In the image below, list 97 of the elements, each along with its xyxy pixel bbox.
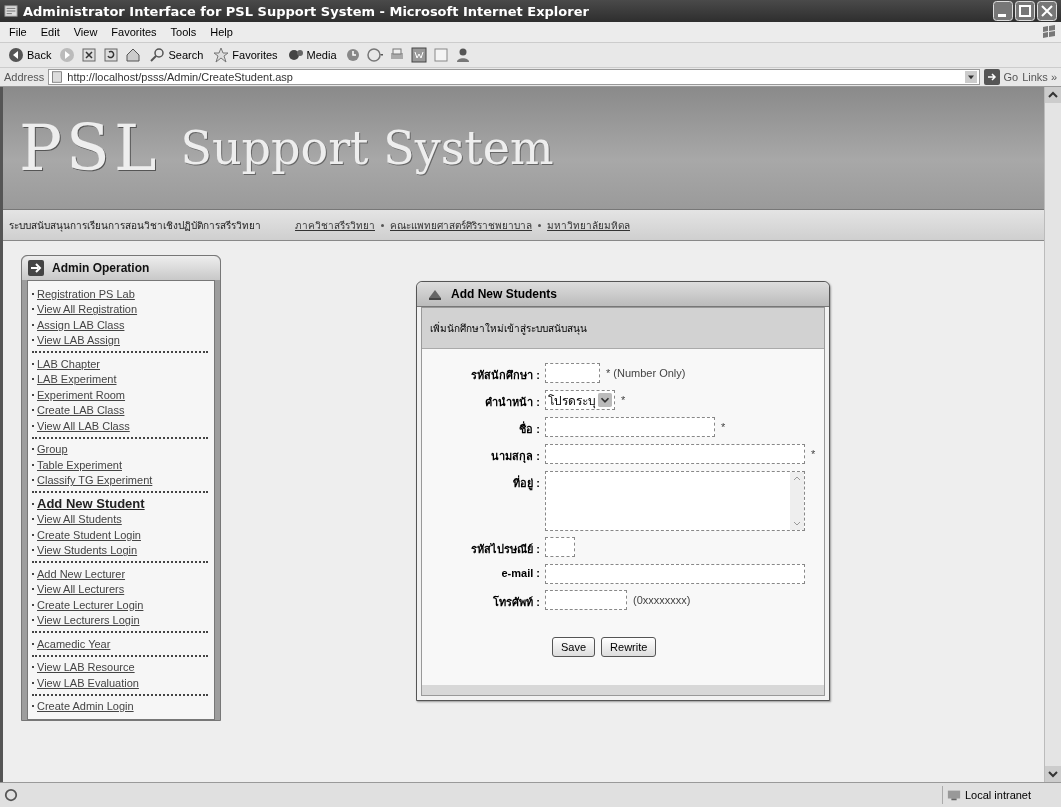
arrow-icon [28, 260, 44, 276]
messenger-icon[interactable] [454, 47, 471, 63]
field-label: โทรศัพท์ : [492, 594, 540, 610]
forward-icon[interactable] [59, 47, 76, 63]
refresh-icon[interactable] [103, 47, 120, 63]
intranet-icon [947, 788, 961, 802]
address-textarea[interactable] [545, 471, 805, 531]
input-field[interactable] [545, 564, 805, 584]
input-field[interactable] [545, 417, 715, 437]
scroll-down-icon [1045, 766, 1061, 782]
search-icon [149, 47, 166, 63]
sidebar-link[interactable]: View All Lecturers [37, 583, 125, 596]
sidebar-link[interactable]: Create Admin Login [37, 700, 134, 713]
menu-item[interactable]: Favorites [106, 25, 162, 39]
sidebar-link[interactable]: Add New Lecturer [37, 567, 126, 580]
sidebar-link[interactable]: LAB Experiment [37, 373, 117, 386]
sidebar-link[interactable]: View All Students [37, 513, 122, 526]
windows-logo-icon [1041, 24, 1057, 40]
sidebar-link[interactable]: Group [37, 443, 68, 456]
header-link[interactable]: มหาวิทยาลัยมหิดล [547, 217, 630, 233]
form-button[interactable]: Save [552, 637, 596, 657]
media-icon [287, 47, 304, 63]
sidebar-link[interactable]: Create Student Login [37, 528, 141, 541]
close-icon [1037, 1, 1057, 21]
go-button[interactable]: Go [984, 69, 1019, 85]
sidebar-link[interactable]: LAB Chapter [37, 357, 100, 370]
sidebar-link[interactable]: View Students Login [37, 544, 138, 557]
back-icon [8, 47, 24, 63]
sidebar-link[interactable]: View Lecturers Login [37, 614, 140, 627]
favorites-icon [213, 47, 230, 63]
favorites-button[interactable]: Favorites [211, 46, 280, 64]
header-link[interactable]: คณะแพทยศาสตร์ศิริราชพยาบาล [390, 217, 532, 233]
media-button[interactable]: Media [285, 46, 339, 64]
dropdown-icon [965, 71, 978, 83]
menu-item[interactable]: Edit [35, 25, 65, 39]
header-link[interactable]: ภาควิชาสรีรวิทยา [295, 217, 375, 233]
field-label: รหัสไปรษณีย์ : [470, 542, 540, 557]
menu-item[interactable]: Tools [165, 25, 202, 39]
scroll-up-icon [1045, 87, 1061, 103]
form-button[interactable]: Rewrite [601, 637, 657, 657]
sidebar-link[interactable]: Classify TG Experiment [37, 474, 153, 487]
separator-dot [381, 223, 384, 227]
input-field[interactable] [545, 537, 575, 557]
sidebar-link[interactable]: View LAB Assign [37, 334, 120, 347]
history-icon[interactable] [344, 47, 361, 63]
sidebar-link[interactable]: View All LAB Class [37, 419, 130, 432]
sidebar-link[interactable]: Experiment Room [37, 388, 126, 401]
field-label: นามสกุล : [490, 449, 540, 465]
field-hint: * [721, 420, 726, 433]
stop-icon[interactable] [81, 47, 98, 63]
address-label: Address [4, 71, 45, 83]
menu-item[interactable]: View [68, 25, 103, 39]
sidebar-link[interactable]: Create LAB Class [37, 404, 125, 417]
search-button[interactable]: Search [147, 46, 206, 64]
field-label: ชื่อ : [518, 420, 540, 437]
site-subtitle: ระบบสนับสนุนการเรียนการสอนวิชาเชิงปฏิบัติการสรีรวิทยา [9, 218, 261, 233]
minimize-icon [993, 1, 1013, 21]
input-field[interactable] [545, 363, 600, 383]
sidebar-link[interactable]: Acamedic Year [37, 637, 111, 650]
field-hint: * (Number Only) [606, 366, 686, 379]
dialog-title: Add New Students [451, 287, 557, 301]
site-logo: PSL [19, 111, 161, 185]
field-hint: * [621, 393, 626, 406]
field-label: รหัสนักศึกษา : [470, 368, 540, 383]
site-title: Support System [180, 121, 554, 175]
window-title: Administrator Interface for PSL Support System - Microsoft Internet Explorer [23, 3, 590, 19]
field-label: e-mail : [500, 566, 540, 579]
menu-item[interactable]: Help [205, 25, 238, 39]
field-hint: * [811, 447, 816, 460]
sidebar-link[interactable]: Add New Student [37, 496, 145, 512]
sidebar-link[interactable]: Create Lecturer Login [37, 598, 144, 611]
address-field[interactable]: http://localhost/psss/Admin/CreateStudent.asp [48, 69, 981, 85]
home-icon[interactable] [125, 47, 142, 63]
word-icon[interactable] [410, 47, 427, 63]
panel-title: Admin Operation [52, 261, 150, 275]
field-label: คำนำหน้า : [484, 395, 540, 410]
separator-dot [538, 223, 541, 227]
links-button[interactable]: Links » [1022, 71, 1057, 83]
field-hint: (0xxxxxxxx) [633, 593, 691, 606]
sidebar-link[interactable]: Assign LAB Class [37, 318, 125, 331]
menu-item[interactable]: File [4, 25, 32, 39]
field-label: ที่อยู่ : [512, 474, 540, 492]
input-field[interactable] [545, 590, 627, 610]
dropdown-icon [598, 393, 612, 407]
sidebar-link[interactable]: View All Registration [37, 303, 138, 316]
form-subtitle: เพิ่มนักศึกษาใหม่เข้าสู่ระบบสนับสนุน [430, 320, 587, 336]
status-zone: Local intranet [965, 789, 1032, 801]
sidebar-link[interactable]: Table Experiment [37, 458, 122, 471]
maximize-icon [1015, 1, 1035, 21]
app-icon [4, 4, 18, 18]
scrollbar-icon [790, 472, 804, 530]
sidebar-link[interactable]: View LAB Resource [37, 661, 135, 674]
input-field[interactable] [545, 444, 805, 464]
prefix-select[interactable]: โปรดระบุ [545, 390, 615, 410]
sidebar-link[interactable]: View LAB Evaluation [37, 676, 139, 689]
back-button[interactable]: Back [6, 46, 54, 64]
sidebar-link[interactable]: Registration PS Lab [37, 287, 135, 300]
